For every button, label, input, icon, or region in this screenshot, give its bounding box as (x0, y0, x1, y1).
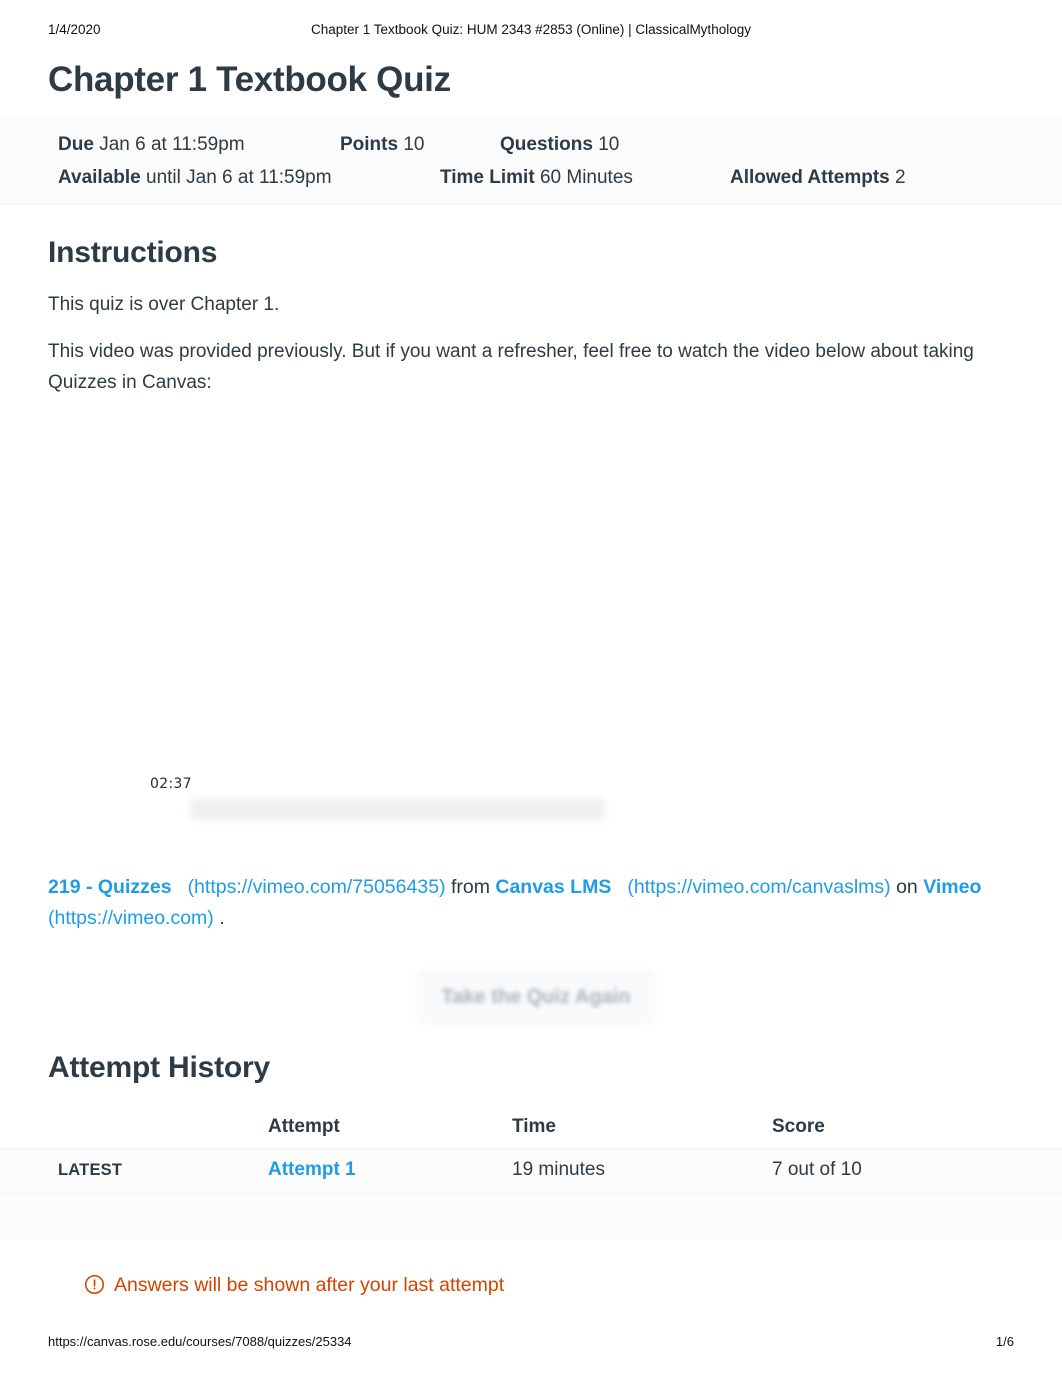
column-header-time: Time (512, 1116, 557, 1137)
credit-on-text: on (896, 876, 918, 898)
quiz-actions: Take the Quiz Again (0, 934, 1062, 1030)
quiz-time-limit-value: 60 Minutes (539, 167, 633, 188)
attempt-1-link[interactable]: Attempt 1 (268, 1159, 356, 1180)
vimeo-channel-link[interactable]: Canvas LMS (495, 876, 611, 898)
row-kept-badge: LATEST (58, 1161, 123, 1179)
row-time-cell: 19 minutes (512, 1159, 605, 1180)
quiz-details-band: Due Jan 6 at 11:59pm Points 10 Questions… (0, 118, 1062, 205)
quiz-print-page: 1/4/2020 Chapter 1 Textbook Quiz: HUM 23… (0, 0, 1062, 1377)
quiz-points: Points 10 (340, 128, 424, 161)
video-timestamp: 02:37 (150, 776, 192, 792)
instructions-paragraph-1: This quiz is over Chapter 1. (48, 294, 280, 315)
take-the-quiz-again-button[interactable]: Take the Quiz Again (417, 970, 655, 1024)
vimeo-channel-url[interactable]: (https://vimeo.com/canvaslms) (627, 876, 890, 898)
quiz-points-label: Points (340, 134, 399, 155)
credit-period: . (219, 907, 225, 929)
quiz-due: Due Jan 6 at 11:59pm (58, 128, 245, 161)
table-header-row: Attempt Time Score (0, 1106, 1062, 1149)
quiz-due-value: Jan 6 at 11:59pm (99, 134, 245, 155)
quiz-questions-label: Questions (500, 134, 593, 155)
column-header-attempt: Attempt (268, 1116, 340, 1137)
instructions-paragraph-2: This video was provided previously. But … (48, 341, 974, 393)
instructions-heading: Instructions (48, 236, 218, 269)
quiz-details-row-2: Available until Jan 6 at 11:59pm Time Li… (0, 161, 1062, 194)
quiz-time-limit: Time Limit 60 Minutes (440, 161, 633, 194)
print-document-title: Chapter 1 Textbook Quiz: HUM 2343 #2853 … (311, 22, 751, 37)
row-attempt-cell: Attempt 1 (268, 1149, 356, 1191)
quiz-available-value: until Jan 6 at 11:59pm (146, 167, 332, 188)
table-row: LATEST Attempt 1 19 minutes 7 out of 10 (0, 1149, 1062, 1194)
answers-notice-text: Answers will be shown after your last at… (114, 1274, 505, 1296)
quiz-points-value: 10 (403, 134, 425, 155)
quiz-details-row-1: Due Jan 6 at 11:59pm Points 10 Questions… (0, 128, 1062, 161)
attempt-history-table: Attempt Time Score LATEST Attempt 1 19 m… (0, 1106, 1062, 1240)
embedded-video-player[interactable]: 02:37 (0, 420, 1062, 872)
quiz-allowed-attempts-label: Allowed Attempts (730, 167, 890, 188)
credit-from-text: from (450, 876, 490, 898)
quiz-allowed-attempts: Allowed Attempts 2 (730, 161, 906, 194)
table-trailing-band (0, 1194, 1062, 1240)
row-score-cell: 7 out of 10 (772, 1159, 862, 1180)
quiz-content: Chapter 1 Textbook Quiz Due Jan 6 at 11:… (0, 50, 1062, 1300)
column-header-score: Score (772, 1116, 825, 1137)
quiz-questions: Questions 10 (500, 128, 619, 161)
video-credit-line: 219 - Quizzes (https://vimeo.com/75056435… (0, 872, 1062, 934)
page-title: Chapter 1 Textbook Quiz (48, 60, 451, 99)
vimeo-site-url[interactable]: (https://vimeo.com) (48, 907, 214, 929)
quiz-due-label: Due (58, 134, 94, 155)
print-page-number: 1/6 (995, 1334, 1014, 1349)
answers-notice: Answers will be shown after your last at… (0, 1270, 1062, 1300)
quiz-allowed-attempts-value: 2 (895, 167, 906, 188)
quiz-time-limit-label: Time Limit (440, 167, 535, 188)
quiz-questions-value: 10 (598, 134, 620, 155)
quiz-available: Available until Jan 6 at 11:59pm (58, 161, 332, 194)
vimeo-video-link[interactable]: 219 - Quizzes (48, 876, 172, 898)
print-header: 1/4/2020 Chapter 1 Textbook Quiz: HUM 23… (0, 22, 1062, 42)
print-footer: https://canvas.rose.edu/courses/7088/qui… (0, 1334, 1062, 1354)
warning-circle-icon (84, 1274, 105, 1295)
vimeo-video-url[interactable]: (https://vimeo.com/75056435) (188, 876, 446, 898)
video-progress-bar[interactable] (190, 798, 605, 820)
attempt-history-heading: Attempt History (48, 1051, 271, 1084)
quiz-available-label: Available (58, 167, 141, 188)
print-footer-url: https://canvas.rose.edu/courses/7088/qui… (48, 1334, 352, 1349)
vimeo-site-link[interactable]: Vimeo (923, 876, 981, 898)
